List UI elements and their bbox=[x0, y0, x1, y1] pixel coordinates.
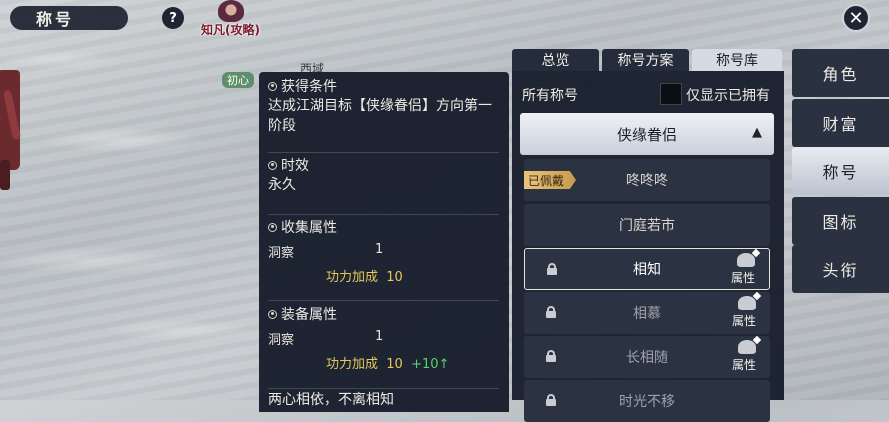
equip-power-value: 10 bbox=[386, 357, 403, 372]
title-item-label: 长相随 bbox=[626, 350, 668, 366]
sidebar-item-wealth[interactable]: 财富 bbox=[792, 99, 889, 147]
title-item-changxiangsui[interactable]: 长相随 属性 bbox=[524, 336, 770, 378]
divider bbox=[268, 300, 499, 301]
page-title: 称号 bbox=[10, 6, 128, 30]
sidebar-item-title[interactable]: 称号 bbox=[792, 147, 889, 195]
collect-attr-row: 洞察 1 bbox=[268, 242, 383, 261]
sidebar-item-rank[interactable]: 头衔 bbox=[792, 245, 889, 293]
collect-attr-value: 1 bbox=[375, 242, 384, 257]
obtain-heading: 获得条件 bbox=[281, 79, 337, 95]
equip-power-label: 功力加成 bbox=[326, 357, 379, 372]
category-dropdown[interactable]: 侠缘眷侣 ▲ bbox=[520, 113, 774, 155]
tab-title-library[interactable]: 称号库 bbox=[692, 49, 782, 71]
equip-attr-name: 洞察 bbox=[268, 333, 295, 348]
category-label: 侠缘眷侣 bbox=[616, 125, 677, 144]
title-item-shiguangbuyi[interactable]: 时光不移 bbox=[524, 380, 770, 422]
equip-power-row: 功力加成 10 +10↑ bbox=[326, 353, 449, 372]
attribute-icon bbox=[738, 340, 756, 354]
title-item-xiangmu[interactable]: 相慕 属性 bbox=[524, 292, 770, 334]
player-character bbox=[0, 40, 34, 190]
sidebar-item-icon[interactable]: 图标 bbox=[792, 197, 889, 245]
title-detail-tooltip: 获得条件 达成江湖目标【侠缘眷侣】方向第一阶段 时效 永久 收集属性 洞察 1 … bbox=[259, 72, 509, 412]
chevron-up-icon: ▲ bbox=[752, 125, 762, 140]
bullet-icon bbox=[268, 222, 277, 232]
help-button[interactable]: ? bbox=[162, 7, 184, 29]
attribute-label: 属性 bbox=[732, 358, 757, 372]
attribute-tag: 属性 bbox=[731, 253, 761, 287]
collect-attr-name: 洞察 bbox=[268, 246, 295, 261]
guide-npc[interactable]: 知凡(攻略) bbox=[201, 0, 266, 40]
owned-only-label[interactable]: 仅显示已拥有 bbox=[686, 85, 770, 105]
attribute-tag: 属性 bbox=[732, 340, 762, 374]
attribute-label: 属性 bbox=[731, 271, 756, 285]
lock-icon bbox=[546, 394, 556, 406]
duration-heading: 时效 bbox=[281, 158, 309, 174]
tab-overview[interactable]: 总览 bbox=[512, 49, 599, 71]
sidebar-item-character[interactable]: 角色 bbox=[792, 49, 889, 97]
equip-heading: 装备属性 bbox=[281, 307, 337, 323]
worn-badge: 已佩戴 bbox=[524, 171, 577, 189]
collect-heading: 收集属性 bbox=[281, 220, 337, 236]
close-button[interactable]: ✕ bbox=[842, 4, 870, 32]
divider bbox=[268, 152, 499, 153]
divider bbox=[268, 214, 499, 215]
player-tag: 初心 bbox=[222, 72, 254, 88]
collect-power-label: 功力加成 bbox=[326, 270, 379, 285]
title-library-panel: 所有称号 仅显示已拥有 侠缘眷侣 ▲ 已佩戴 咚咚咚 门庭若市 相知 属性 相慕… bbox=[512, 71, 784, 422]
bullet-icon bbox=[268, 160, 277, 170]
title-item-label: 咚咚咚 bbox=[626, 173, 668, 189]
all-titles-label: 所有称号 bbox=[522, 88, 578, 104]
bullet-icon bbox=[268, 309, 277, 319]
title-item-label: 门庭若市 bbox=[619, 218, 675, 234]
bullet-icon bbox=[268, 81, 277, 91]
title-item-label: 相慕 bbox=[633, 306, 661, 322]
obtain-text: 达成江湖目标【侠缘眷侣】方向第一阶段 bbox=[268, 98, 492, 134]
tooltip-footer: 两心相依，不离相知 bbox=[268, 392, 394, 408]
lock-icon bbox=[546, 306, 556, 318]
title-item-dongdongdong[interactable]: 已佩戴 咚咚咚 bbox=[524, 159, 770, 201]
equip-power-bonus: +10↑ bbox=[411, 357, 450, 372]
lock-icon bbox=[546, 350, 556, 362]
title-item-xiangzhi[interactable]: 相知 属性 bbox=[524, 248, 770, 290]
equip-attr-row: 洞察 1 bbox=[268, 329, 383, 348]
attribute-tag: 属性 bbox=[732, 296, 762, 330]
attribute-label: 属性 bbox=[732, 314, 757, 328]
equip-attr-value: 1 bbox=[375, 329, 384, 344]
collect-power-row: 功力加成 10 bbox=[326, 266, 403, 285]
attribute-icon bbox=[737, 253, 755, 267]
duration-text: 永久 bbox=[268, 177, 296, 193]
lock-icon bbox=[547, 263, 557, 275]
guide-label: 知凡(攻略) bbox=[201, 23, 260, 37]
attribute-icon bbox=[738, 296, 756, 310]
title-item-label: 时光不移 bbox=[619, 394, 675, 410]
divider bbox=[268, 388, 499, 389]
tab-title-plan[interactable]: 称号方案 bbox=[602, 49, 689, 71]
owned-only-checkbox[interactable] bbox=[660, 83, 682, 105]
tab-bar: 总览 称号方案 称号库 bbox=[512, 49, 782, 71]
collect-power-value: 10 bbox=[386, 270, 403, 285]
title-item-label: 相知 bbox=[633, 262, 661, 278]
guide-avatar bbox=[218, 0, 244, 22]
title-item-mentingruoshi[interactable]: 门庭若市 bbox=[524, 204, 770, 246]
